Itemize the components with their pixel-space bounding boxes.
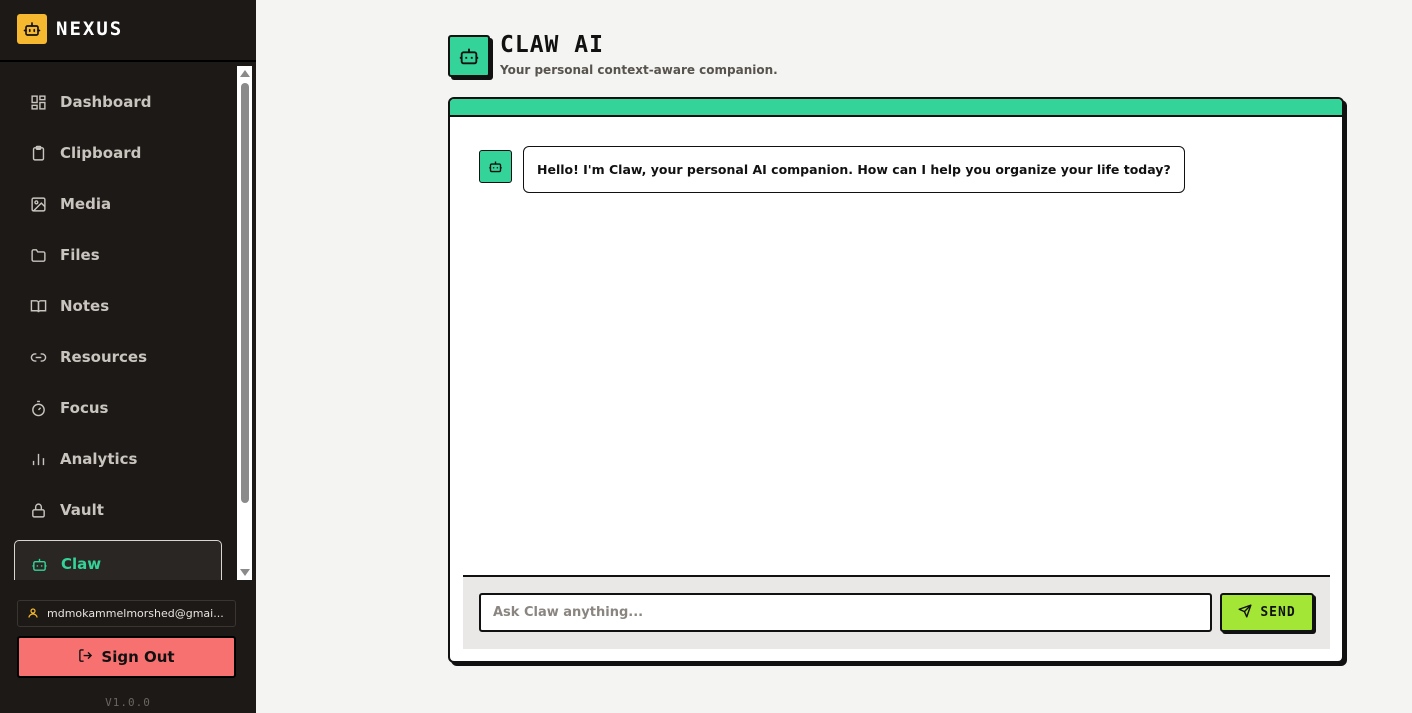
sidebar-item-label: Focus [60, 399, 109, 417]
sidebar-item-notes[interactable]: Notes [14, 284, 222, 328]
timer-icon [29, 399, 47, 417]
robot-icon [17, 14, 47, 44]
user-icon [27, 604, 39, 623]
chat-panel-header-bar [450, 99, 1342, 117]
logout-icon [78, 648, 93, 667]
send-button[interactable]: SEND [1220, 593, 1314, 632]
sidebar-item-clipboard[interactable]: Clipboard [14, 131, 222, 175]
lock-icon [29, 501, 47, 519]
sidebar-item-label: Files [60, 246, 100, 264]
sidebar-item-label: Media [60, 195, 112, 213]
assistant-message: Hello! I'm Claw, your personal AI compan… [523, 146, 1185, 193]
send-icon [1238, 603, 1252, 622]
send-label: SEND [1260, 605, 1296, 620]
page-subtitle: Your personal context-aware companion. [500, 63, 778, 77]
bar-chart-icon [29, 450, 47, 468]
sign-out-button[interactable]: Sign Out [17, 636, 236, 678]
sidebar-item-files[interactable]: Files [14, 233, 222, 277]
sidebar-item-label: Analytics [60, 450, 138, 468]
brand-name: NEXUS [56, 18, 124, 40]
scroll-up-arrow-icon[interactable] [240, 70, 250, 77]
link-icon [29, 348, 47, 366]
scroll-thumb[interactable] [241, 83, 249, 503]
sign-out-label: Sign Out [101, 648, 175, 666]
sidebar-item-focus[interactable]: Focus [14, 386, 222, 430]
page-title: CLAW AI [500, 32, 604, 58]
sidebar-item-label: Vault [60, 501, 104, 519]
sidebar-scrollbar[interactable] [237, 66, 252, 580]
sidebar-item-vault[interactable]: Vault [14, 488, 222, 532]
scroll-down-arrow-icon[interactable] [240, 569, 250, 576]
chat-panel: Hello! I'm Claw, your personal AI compan… [448, 97, 1344, 663]
image-icon [29, 195, 47, 213]
folder-icon [29, 246, 47, 264]
sidebar: NEXUS Dashboard Clipboard Media Files No… [0, 0, 256, 713]
sidebar-item-analytics[interactable]: Analytics [14, 437, 222, 481]
sidebar-item-claw[interactable]: Claw [14, 540, 222, 580]
sidebar-item-media[interactable]: Media [14, 182, 222, 226]
chat-input[interactable] [479, 593, 1212, 632]
robot-icon [448, 35, 490, 77]
chat-composer: SEND [463, 575, 1330, 649]
sidebar-item-resources[interactable]: Resources [14, 335, 222, 379]
app-version: V1.0.0 [105, 696, 151, 709]
sidebar-item-label: Dashboard [60, 93, 152, 111]
robot-icon [30, 555, 48, 573]
sidebar-item-label: Clipboard [60, 144, 142, 162]
sidebar-nav: Dashboard Clipboard Media Files Notes Re… [0, 66, 238, 580]
grid-icon [29, 93, 47, 111]
book-icon [29, 297, 47, 315]
clipboard-icon [29, 144, 47, 162]
user-account[interactable]: mdmokammelmorshed@gmai... [17, 600, 236, 627]
robot-icon [479, 150, 512, 183]
sidebar-item-label: Notes [60, 297, 110, 315]
sidebar-item-dashboard[interactable]: Dashboard [14, 80, 222, 124]
sidebar-item-label: Resources [60, 348, 148, 366]
brand-header: NEXUS [0, 0, 256, 62]
user-email: mdmokammelmorshed@gmai... [47, 607, 224, 620]
sidebar-item-label: Claw [61, 555, 102, 573]
